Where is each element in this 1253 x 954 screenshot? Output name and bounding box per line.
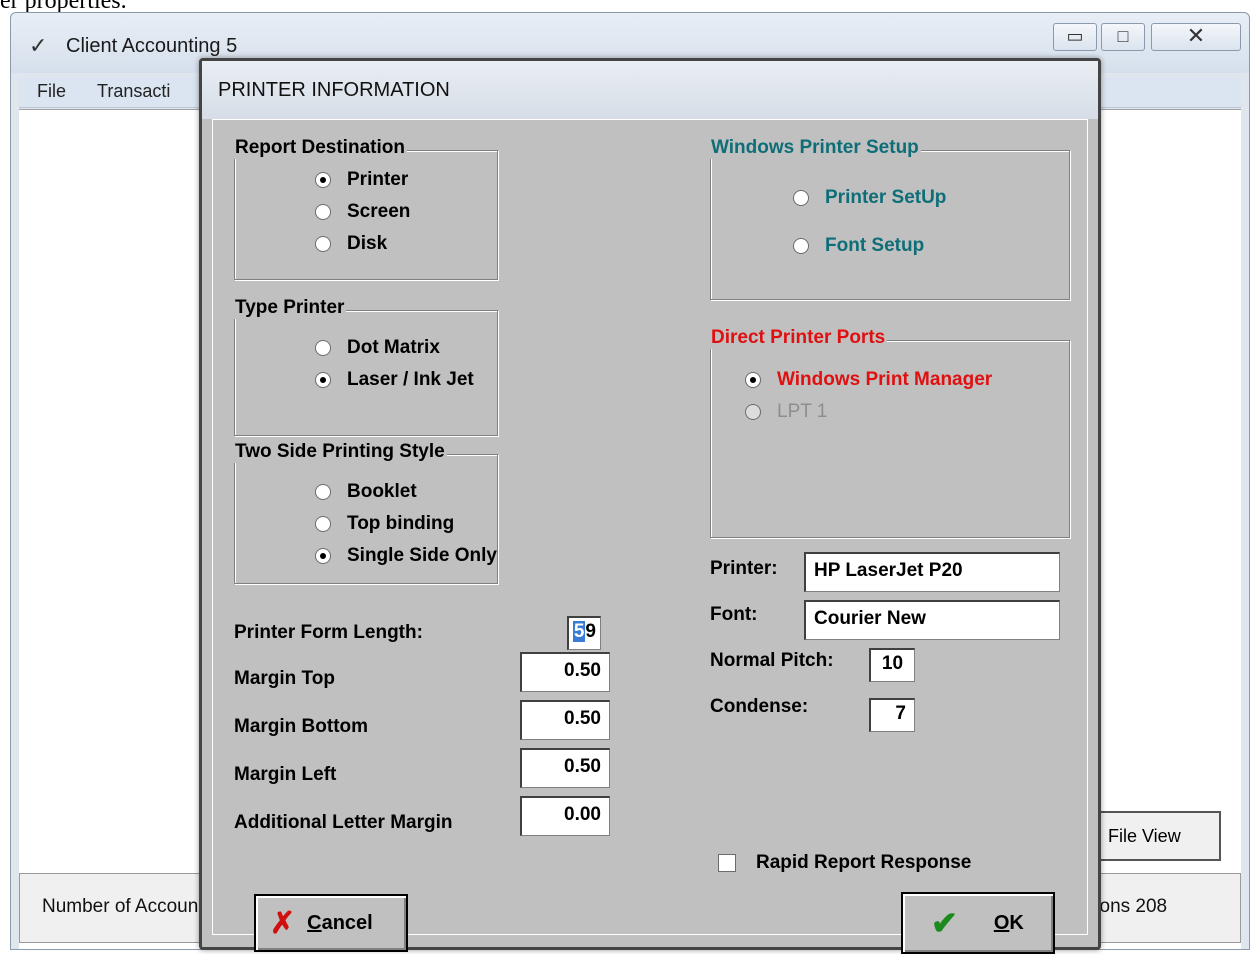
close-icon: ✕: [1186, 23, 1206, 48]
ok-check-icon: ✔: [931, 905, 958, 941]
radio-selected-icon: [745, 372, 761, 388]
cancel-x-icon: ✗: [270, 906, 296, 940]
radio-laser-ink-jet[interactable]: Laser / Ink Jet: [315, 369, 474, 391]
radio-printer-setup[interactable]: Printer SetUp: [793, 187, 946, 209]
direct-printer-ports-title: Direct Printer Ports: [709, 327, 888, 349]
type-printer-title: Type Printer: [233, 297, 347, 319]
margin-top-label: Margin Top: [234, 668, 335, 689]
ok-label: OK: [993, 911, 1024, 934]
radio-icon: [315, 516, 331, 532]
radio-lpt1[interactable]: LPT 1: [745, 401, 827, 423]
radio-booklet[interactable]: Booklet: [315, 481, 417, 503]
font-label: Font:: [710, 604, 758, 625]
maximize-icon: □: [1117, 26, 1129, 46]
radio-selected-icon: [315, 548, 331, 564]
font-input[interactable]: Courier New: [804, 600, 1060, 640]
rapid-report-response-label: Rapid Report Response: [756, 852, 972, 873]
radio-font-setup[interactable]: Font Setup: [793, 235, 924, 257]
condense-label: Condense:: [710, 696, 809, 717]
margin-bottom-input[interactable]: 0.50: [520, 700, 610, 740]
additional-letter-margin-input[interactable]: 0.00: [520, 796, 610, 836]
radio-screen[interactable]: Screen: [315, 201, 410, 223]
radio-icon: [793, 190, 809, 206]
radio-printer-setup-label: Printer SetUp: [825, 187, 947, 208]
menu-transactions[interactable]: Transacti: [97, 81, 170, 102]
radio-selected-icon: [315, 372, 331, 388]
form-length-value: 9: [585, 621, 596, 642]
form-length-input[interactable]: 59: [567, 616, 601, 650]
direct-printer-ports-group: Direct Printer Ports Windows Print Manag…: [709, 327, 1070, 538]
radio-screen-label: Screen: [347, 201, 411, 222]
radio-single-side-label: Single Side Only: [347, 545, 497, 566]
printer-input[interactable]: HP LaserJet P20: [804, 552, 1060, 592]
menu-file[interactable]: File: [37, 81, 66, 102]
radio-icon: [315, 236, 331, 252]
radio-printer-label: Printer: [347, 169, 409, 190]
radio-disk-label: Disk: [347, 233, 388, 254]
normal-pitch-label: Normal Pitch:: [710, 650, 834, 671]
radio-dot-matrix-label: Dot Matrix: [347, 337, 440, 358]
radio-lpt1-label: LPT 1: [777, 401, 828, 422]
normal-pitch-input[interactable]: 10: [869, 648, 915, 682]
windows-printer-setup-group: Windows Printer Setup Printer SetUp Font…: [709, 137, 1070, 300]
status-transactions: tions 208: [1090, 896, 1168, 917]
radio-disk[interactable]: Disk: [315, 233, 387, 255]
form-length-value-selected: 5: [572, 621, 586, 642]
radio-icon: [793, 238, 809, 254]
two-side-printing-group: Two Side Printing Style Booklet Top bind…: [233, 441, 498, 584]
status-account-count: Number of Accoun: [42, 896, 199, 917]
dialog-body: Report Destination Printer Screen Disk T…: [212, 119, 1088, 954]
report-destination-title: Report Destination: [233, 137, 407, 159]
radio-font-setup-label: Font Setup: [825, 235, 925, 256]
dialog-titlebar: PRINTER INFORMATION: [202, 61, 1098, 119]
margin-left-label: Margin Left: [234, 764, 337, 785]
rapid-report-response-checkbox[interactable]: Rapid Report Response: [718, 852, 971, 874]
radio-icon: [315, 340, 331, 356]
app-title: Client Accounting 5: [66, 35, 238, 57]
cancel-label: Cancel: [307, 911, 373, 934]
type-printer-group: Type Printer Dot Matrix Laser / Ink Jet: [233, 297, 498, 436]
close-button[interactable]: ✕: [1151, 23, 1241, 51]
report-destination-group: Report Destination Printer Screen Disk: [233, 137, 498, 280]
cancel-button[interactable]: ✗ Cancel: [254, 894, 408, 952]
checkbox-icon: [718, 854, 736, 872]
radio-dot-matrix[interactable]: Dot Matrix: [315, 337, 440, 359]
radio-icon: [315, 484, 331, 500]
radio-single-side-only[interactable]: Single Side Only: [315, 545, 497, 567]
radio-icon: [315, 204, 331, 220]
additional-letter-margin-label: Additional Letter Margin: [234, 812, 453, 833]
printer-information-dialog: PRINTER INFORMATION Report Destination P…: [199, 58, 1101, 954]
printer-label: Printer:: [710, 558, 778, 579]
file-view-button[interactable]: File View: [1096, 811, 1221, 861]
two-side-printing-title: Two Side Printing Style: [233, 441, 447, 463]
radio-booklet-label: Booklet: [347, 481, 417, 502]
margin-bottom-label: Margin Bottom: [234, 716, 369, 737]
radio-windows-print-manager-label: Windows Print Manager: [777, 369, 993, 390]
app-icon: ✓: [29, 33, 48, 58]
radio-windows-print-manager[interactable]: Windows Print Manager: [745, 369, 992, 391]
radio-printer[interactable]: Printer: [315, 169, 408, 191]
ok-button[interactable]: ✔ OK: [901, 892, 1055, 954]
minimize-icon: ▭: [1066, 26, 1084, 46]
radio-top-binding[interactable]: Top binding: [315, 513, 454, 535]
form-length-label: Printer Form Length:: [234, 622, 423, 643]
minimize-button[interactable]: ▭: [1053, 23, 1097, 51]
windows-printer-setup-title: Windows Printer Setup: [709, 137, 921, 159]
dialog-title: PRINTER INFORMATION: [218, 79, 450, 101]
margin-left-input[interactable]: 0.50: [520, 748, 610, 788]
margin-top-input[interactable]: 0.50: [520, 652, 610, 692]
radio-top-binding-label: Top binding: [347, 513, 455, 534]
radio-selected-icon: [315, 172, 331, 188]
maximize-button[interactable]: □: [1101, 23, 1145, 51]
radio-icon: [745, 404, 761, 420]
condense-input[interactable]: 7: [869, 698, 915, 732]
radio-laser-label: Laser / Ink Jet: [347, 369, 474, 390]
